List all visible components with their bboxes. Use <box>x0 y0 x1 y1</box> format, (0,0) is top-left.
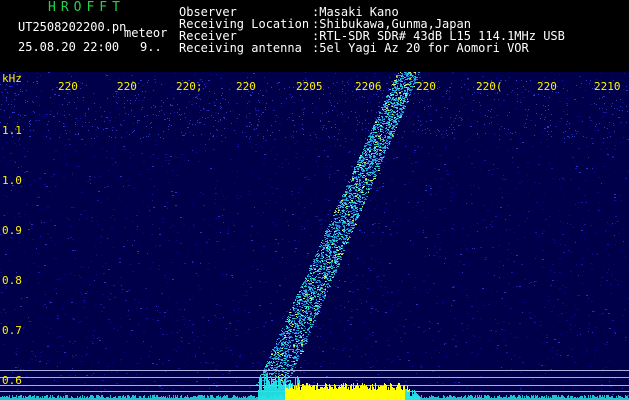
antenna-value: :5el Yagi Az 20 for Aomori VOR <box>312 41 529 55</box>
y-tick-label: 0.6 <box>2 374 22 387</box>
antenna-label: Receiving antenna <box>179 41 302 55</box>
timestamp-label: 25.08.20 22:00 <box>18 40 120 54</box>
y-tick-label: 0.9 <box>2 224 22 237</box>
reference-line <box>0 370 629 371</box>
x-tick-label: 2210 <box>594 80 621 93</box>
x-tick-label: 2206 <box>355 80 382 93</box>
logo-text: HROFFT <box>48 0 125 15</box>
x-tick-label: 220 <box>537 80 557 93</box>
x-tick-label: 220( <box>476 80 503 93</box>
filename-label: UT2508202200.pn <box>18 20 127 34</box>
spectrogram-plot <box>0 72 629 400</box>
count-label: 9.. <box>140 40 162 54</box>
x-tick-label: 220 <box>117 80 137 93</box>
y-tick-label: 0.8 <box>2 274 22 287</box>
spectrogram-background <box>0 72 629 400</box>
x-tick-label: 220; <box>176 80 203 93</box>
reference-line <box>0 377 629 378</box>
spectrogram-canvas <box>0 72 629 400</box>
y-axis-unit: kHz <box>2 72 22 85</box>
x-tick-label: 220 <box>236 80 256 93</box>
y-tick-label: 1.0 <box>2 174 22 187</box>
header-panel: HROFFT UT2508202200.pn meteor 25.08.20 2… <box>0 0 629 72</box>
y-tick-label: 0.7 <box>2 324 22 337</box>
event-tag: meteor <box>124 26 168 40</box>
x-tick-label: 2205 <box>296 80 323 93</box>
x-tick-label: 220 <box>416 80 436 93</box>
x-tick-label: 220 <box>58 80 78 93</box>
y-tick-label: 1.1 <box>2 124 22 137</box>
